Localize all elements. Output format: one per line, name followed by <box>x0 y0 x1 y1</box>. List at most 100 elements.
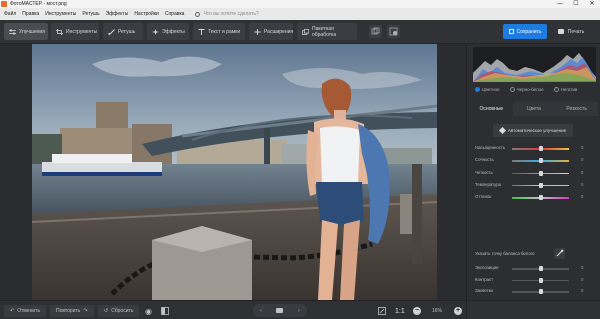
tab-text-frames[interactable]: Текст и рамки <box>193 23 245 40</box>
reset-label: Сбросить <box>111 308 134 314</box>
tab-enhancements[interactable]: Улучшения <box>4 23 48 40</box>
color-slider-value: 0 <box>581 169 584 175</box>
color-slider-label: Четкость <box>475 169 493 175</box>
tone-slider-value: 0 <box>581 265 584 270</box>
tab-colors[interactable]: Цвета <box>513 102 556 116</box>
tone-slider-row: Экспозиция 0 <box>475 265 597 273</box>
menu-edit[interactable]: Правка <box>19 11 42 17</box>
zoom-ratio-button[interactable]: 1:1 <box>395 305 405 317</box>
color-slider-value: 0 <box>581 145 584 150</box>
tone-slider-label: Контраст <box>475 276 494 282</box>
folder-icon[interactable] <box>276 308 284 313</box>
maximize-button[interactable]: ☐ <box>568 0 584 8</box>
auto-enhance-button[interactable]: Автоматическое улучшение <box>493 124 573 137</box>
zoom-in-icon: + <box>454 307 462 315</box>
printer-icon <box>557 29 564 34</box>
menu-file[interactable]: Файл <box>0 11 19 17</box>
tone-slider-row: Засветки 0 <box>475 288 597 296</box>
undo-button[interactable]: ↶ Отменить <box>4 305 47 317</box>
fit-screen-icon <box>378 307 386 315</box>
tab-extensions[interactable]: Расширения <box>249 23 293 40</box>
before-after-icon <box>161 307 169 315</box>
color-slider-handle[interactable] <box>538 170 543 176</box>
tab-retouch[interactable]: Ретушь <box>103 23 143 40</box>
tone-slider-label: Засветки <box>475 288 493 294</box>
tone-slider-handle[interactable] <box>538 266 543 271</box>
color-slider-value: 0 <box>581 157 584 163</box>
eye-icon: ◉ <box>145 306 152 316</box>
history-button[interactable] <box>387 25 400 38</box>
text-icon <box>198 28 205 35</box>
zoom-in-button[interactable]: + <box>454 305 462 317</box>
sliders-icon <box>9 28 16 35</box>
before-after-button[interactable] <box>161 305 169 317</box>
color-slider-handle[interactable] <box>538 195 543 201</box>
menu-help[interactable]: Справка <box>162 11 188 17</box>
color-slider-row: Оттенок 0 <box>475 194 597 202</box>
color-slider-row: Насыщенность 0 <box>475 145 597 153</box>
plus-icon <box>254 28 261 35</box>
preview-eye-button[interactable]: ◉ <box>145 305 152 317</box>
color-slider-value: 0 <box>581 181 584 187</box>
menu-retouch[interactable]: Ретушь <box>79 11 102 17</box>
prev-image-button[interactable]: ‹ <box>260 308 262 314</box>
tab-enhancements-label: Улучшения <box>19 28 45 35</box>
color-slider-label: Сочность <box>475 157 494 163</box>
panel-footer <box>467 300 600 319</box>
color-slider-handle[interactable] <box>538 182 543 188</box>
tab-batch[interactable]: Пакетная обработка <box>297 23 357 40</box>
save-button[interactable]: Сохранить <box>503 24 547 39</box>
tone-slider-handle[interactable] <box>538 289 543 295</box>
menu-settings[interactable]: Настройки <box>131 11 162 17</box>
eyedropper-button[interactable] <box>554 248 565 259</box>
photomaster-window: ФотоМАСТЕР - мост.png — ☐ ✕ Файл Правка … <box>0 0 600 319</box>
adjustments-panel: Цветное Черно-белое Негатив Основные Цве… <box>466 44 600 319</box>
color-mode-group: Цветное Черно-белое Негатив <box>475 87 577 92</box>
command-search[interactable]: Что вы хотите сделать? <box>195 11 259 17</box>
mode-color-radio[interactable]: Цветное <box>475 87 500 92</box>
color-slider-handle[interactable] <box>538 158 543 164</box>
tone-slider-value: 0 <box>581 276 584 282</box>
menu-effects[interactable]: Эффекты <box>103 11 132 17</box>
menu-tools[interactable]: Инструменты <box>42 11 79 17</box>
undo-label: Отменить <box>17 308 41 314</box>
close-button[interactable]: ✕ <box>584 0 600 8</box>
zoom-ratio-label: 1:1 <box>395 307 405 315</box>
redo-label: Повторить <box>56 308 81 314</box>
tab-batch-label: Пакетная обработка <box>312 25 337 38</box>
redo-icon: ↷ <box>83 308 88 314</box>
redo-button[interactable]: Повторить ↷ <box>50 305 94 317</box>
fit-screen-button[interactable] <box>378 305 386 317</box>
tab-effects[interactable]: Эффекты <box>147 23 189 40</box>
tone-slider-label: Экспозиция <box>475 265 499 270</box>
white-balance-label: Указать точку баланса белого <box>475 251 535 256</box>
mode-bw-radio[interactable]: Черно-белое <box>509 87 544 92</box>
reset-button[interactable]: ↺ Сбросить <box>98 305 140 317</box>
sparkle-icon <box>152 28 159 35</box>
zoom-level[interactable]: 16% <box>432 305 442 317</box>
zoom-out-button[interactable]: − <box>413 305 421 317</box>
brush-icon <box>108 28 115 35</box>
tab-tools[interactable]: Инструменты <box>51 23 99 40</box>
color-slider-handle[interactable] <box>538 146 543 151</box>
print-button[interactable]: Печать <box>551 24 591 39</box>
tab-sharpness[interactable]: Резкость <box>555 102 598 116</box>
radio-dot <box>553 87 559 92</box>
tab-text-frames-label: Текст и рамки <box>208 28 241 35</box>
compare-button[interactable] <box>369 25 382 38</box>
color-slider-label: Насыщенность <box>475 145 506 150</box>
search-icon <box>195 11 201 17</box>
tone-slider-handle[interactable] <box>538 277 543 283</box>
tab-basic[interactable]: Основные <box>470 102 513 116</box>
image-canvas[interactable] <box>0 44 466 300</box>
mode-bw-label: Черно-белое <box>516 87 544 92</box>
tone-slider-row: Контраст 0 <box>475 277 597 285</box>
minimize-button[interactable]: — <box>552 0 568 8</box>
next-image-button[interactable]: › <box>298 308 300 314</box>
save-button-label: Сохранить <box>516 28 542 35</box>
panel-tabs: Основные Цвета Резкость <box>470 102 598 116</box>
compare-icon <box>371 27 380 35</box>
white-balance-row: Указать точку баланса белого <box>475 248 597 259</box>
file-navigation: ‹ › <box>253 304 307 317</box>
mode-negative-radio[interactable]: Негатив <box>553 87 577 92</box>
